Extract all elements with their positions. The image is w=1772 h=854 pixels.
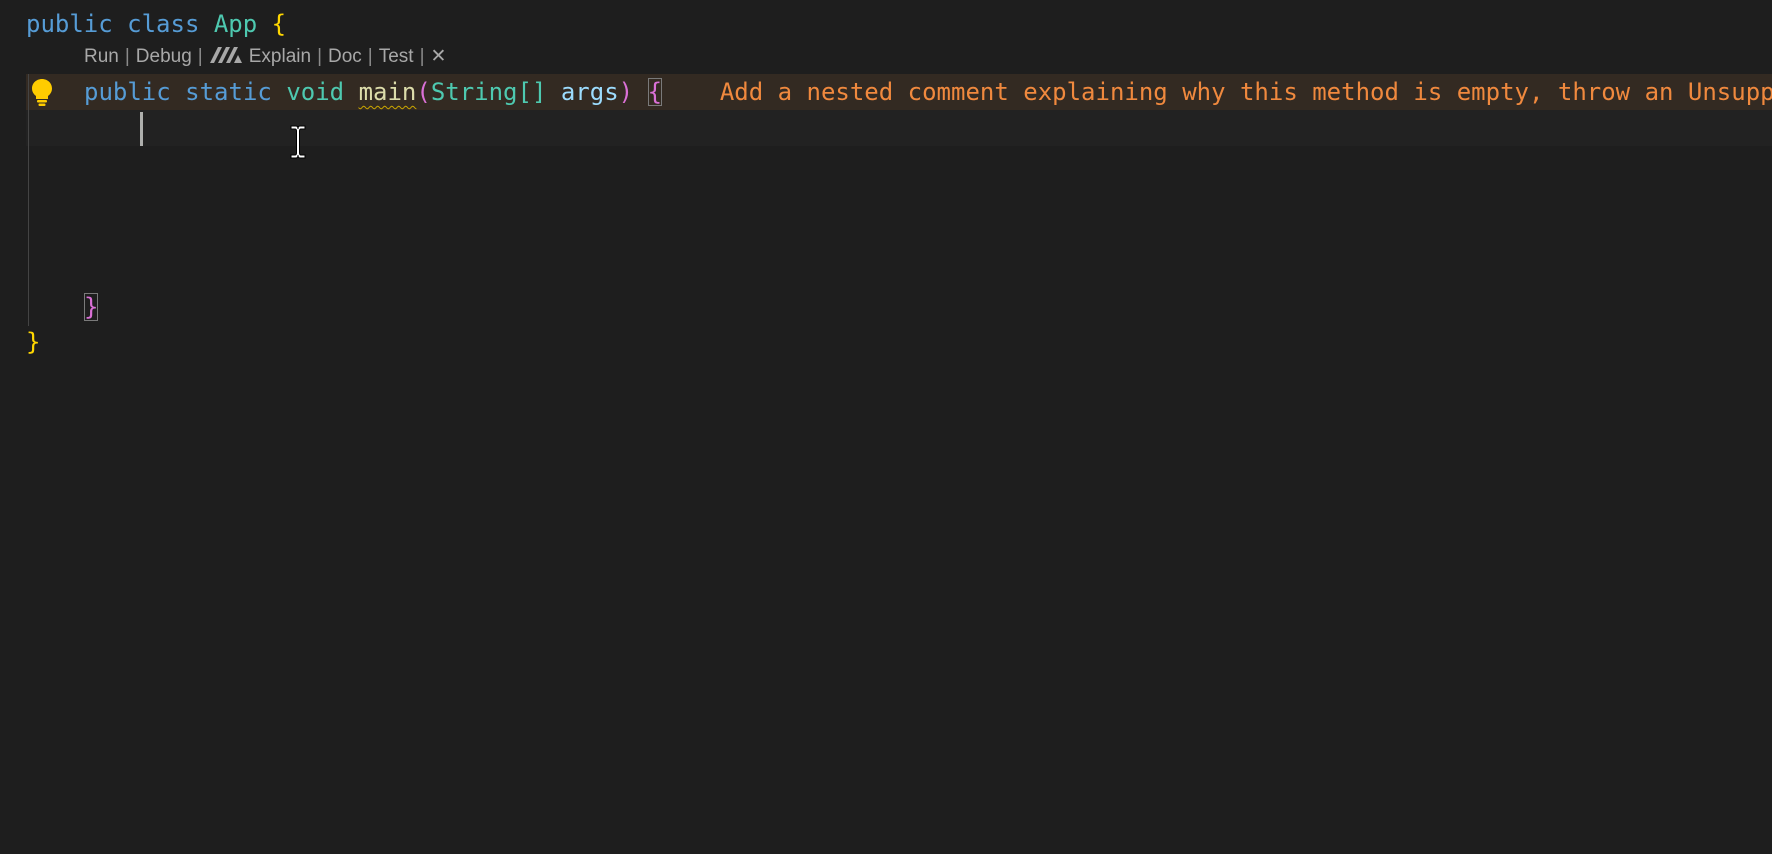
codelens-separator: | [419,46,425,67]
ibeam-cursor-icon [288,124,308,160]
ai-ghost-suggestion[interactable]: Add a nested comment explaining why this… [720,78,1772,106]
keyword-void: void [286,78,345,106]
param-type: String[] [430,78,547,106]
codelens-separator: | [317,46,322,67]
param-name: args [560,78,619,106]
code-line-8[interactable]: } [26,324,40,360]
codelens-doc[interactable]: Doc [328,46,362,67]
keyword-public: public [26,10,113,38]
indent-guide [28,74,29,326]
class-close-brace: } [26,328,41,356]
codelens-debug[interactable]: Debug [136,46,192,67]
ai-assistant-logo-icon [209,46,243,72]
lightbulb-icon[interactable] [31,78,53,106]
method-close-brace: } [84,293,99,321]
method-name[interactable]: main [359,78,417,106]
code-editor[interactable]: public class App { Run | Debug | Explain | Doc… [0,0,1772,854]
codelens-bar: Run | Debug | Explain | Doc | Test | ✕ [84,44,446,70]
method-open-brace: { [647,78,663,106]
class-name: App [213,10,258,38]
codelens-separator: | [197,46,203,67]
codelens-explain[interactable]: Explain [249,46,311,67]
close-icon[interactable]: ✕ [431,46,447,67]
keyword-static: static [185,78,272,106]
codelens-separator: | [124,46,130,67]
keyword-class: class [127,10,200,38]
code-line-7[interactable]: } [84,289,99,325]
code-line-1[interactable]: public class App { [26,6,286,42]
codelens-test[interactable]: Test [379,46,414,67]
text-caret [140,112,143,146]
open-paren: ( [416,78,431,106]
codelens-separator: | [367,46,373,67]
codelens-run[interactable]: Run [84,46,119,67]
close-paren: ) [618,78,634,106]
keyword-public: public [84,78,171,106]
code-line-2[interactable]: public static void main(String[] args) {… [84,74,1772,110]
class-open-brace: { [271,10,287,38]
